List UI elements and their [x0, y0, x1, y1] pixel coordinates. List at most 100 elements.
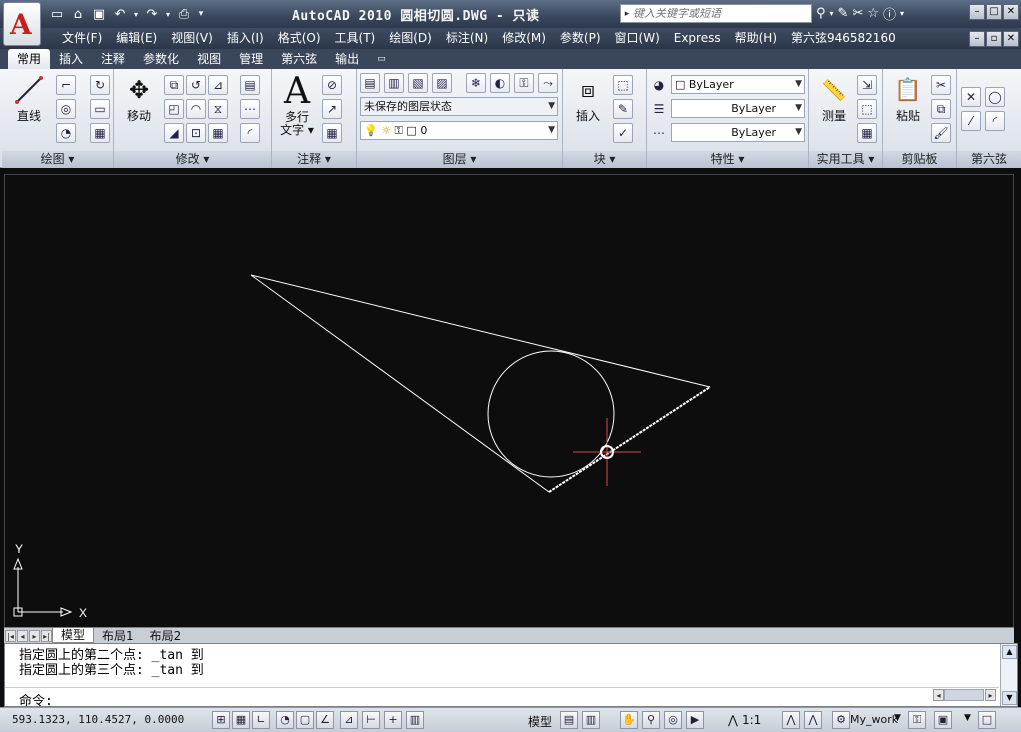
doc-minimize-button[interactable]: –: [969, 31, 985, 47]
layer-freeze-icon[interactable]: ❄: [466, 73, 486, 93]
hardware-accel-icon[interactable]: ▣: [934, 711, 952, 729]
dimension-icon[interactable]: ⊘: [322, 75, 342, 95]
workspace-label[interactable]: My_work: [850, 713, 898, 726]
custom-tool-1-icon[interactable]: ✕: [961, 87, 981, 107]
clean-screen-icon[interactable]: □: [978, 711, 996, 729]
communication-icon[interactable]: ✎: [838, 6, 849, 21]
clipboard-panel-title[interactable]: 剪贴板: [883, 151, 956, 168]
insert-block-button[interactable]: ⧈ 插入: [565, 73, 611, 124]
layout-icon[interactable]: ▤: [560, 711, 578, 729]
sixth-panel-title[interactable]: 第六弦: [957, 151, 1021, 168]
match-format-icon[interactable]: 🖌: [931, 123, 951, 143]
qat-customize-icon[interactable]: ▾: [196, 5, 206, 23]
workspace-dropdown-icon[interactable]: ▼: [894, 713, 901, 723]
tab-annotate[interactable]: 注释: [92, 49, 134, 69]
tab-output[interactable]: 输出: [326, 49, 368, 69]
favorites-star-icon[interactable]: ☆: [867, 6, 879, 21]
edit-block-icon[interactable]: ✎: [613, 99, 633, 119]
menu-view[interactable]: 视图(V): [164, 30, 220, 47]
close-button[interactable]: ✕: [1003, 4, 1019, 20]
subscription-icon[interactable]: ✂: [852, 6, 863, 21]
search-expand-icon[interactable]: ▸: [621, 9, 633, 19]
menu-edit[interactable]: 编辑(E): [109, 30, 164, 47]
annotation-scale-label[interactable]: 1:1: [742, 713, 761, 727]
polar-icon[interactable]: ◔: [276, 711, 294, 729]
mirror-icon[interactable]: ⧖: [208, 99, 228, 119]
linetype-combo[interactable]: ByLayer ▼: [671, 99, 805, 118]
table-icon[interactable]: ▦: [322, 123, 342, 143]
doc-restore-button[interactable]: ▫: [986, 31, 1002, 47]
offset-icon[interactable]: ⊡: [186, 123, 206, 143]
linetype-icon[interactable]: ⋯: [649, 123, 669, 143]
scroll-up-icon[interactable]: ▲: [1002, 645, 1017, 659]
showmotion-icon[interactable]: ▶: [686, 711, 704, 729]
erase-icon[interactable]: ▤: [240, 75, 260, 95]
workspace-gear-icon[interactable]: ⚙: [832, 711, 850, 729]
layer-previous-icon[interactable]: ▥: [384, 73, 404, 93]
create-block-icon[interactable]: ⬚: [613, 75, 633, 95]
status-menu-icon[interactable]: ▼: [964, 713, 971, 723]
lineweight-combo[interactable]: ByLayer ▼: [671, 123, 805, 142]
last-tab-icon[interactable]: ▸|: [41, 629, 52, 642]
minimize-button[interactable]: –: [969, 4, 985, 20]
menu-sixth-string[interactable]: 第六弦946582160: [784, 30, 903, 47]
plot-icon[interactable]: ⎙: [175, 5, 193, 23]
draw-panel-title[interactable]: 绘图 ▾: [2, 151, 113, 168]
layers-panel-title[interactable]: 图层 ▾: [357, 151, 562, 168]
maximize-button[interactable]: □: [986, 4, 1002, 20]
layer-lock-icon[interactable]: ⚿: [514, 73, 534, 93]
pan-icon[interactable]: ✋: [620, 711, 638, 729]
menu-draw[interactable]: 绘图(D): [382, 30, 439, 47]
layer-combo[interactable]: 💡 ☼ ⚿ □ 0 ▼: [360, 121, 558, 140]
annotation-panel-title[interactable]: 注释 ▾: [272, 151, 356, 168]
menu-parametric[interactable]: 参数(P): [553, 30, 608, 47]
hscroll-right-icon[interactable]: ▸: [985, 689, 996, 701]
tools-dropdown-icon[interactable]: ▾: [830, 9, 834, 18]
otrack-icon[interactable]: ∠: [316, 711, 334, 729]
infer-constraints-icon[interactable]: ⊞: [212, 711, 230, 729]
annotation-scale-icon[interactable]: ⋀: [728, 713, 738, 727]
tab-home[interactable]: 常用: [8, 49, 51, 69]
utilities-panel-title[interactable]: 实用工具 ▾: [809, 151, 882, 168]
custom-tool-2-icon[interactable]: ◯: [985, 87, 1005, 107]
inscribed-circle[interactable]: [487, 350, 615, 478]
menu-modify[interactable]: 修改(M): [495, 30, 553, 47]
scroll-down-icon[interactable]: ▼: [1002, 691, 1017, 705]
menu-insert[interactable]: 插入(I): [220, 30, 271, 47]
lineweight-icon[interactable]: ☰: [649, 99, 669, 119]
search-input[interactable]: [633, 7, 803, 20]
layout2-icon[interactable]: ▥: [582, 711, 600, 729]
help-icon[interactable]: ⓘ: [883, 4, 896, 23]
chamfer-icon[interactable]: ◜: [240, 123, 260, 143]
measure-button[interactable]: 📏 测量: [811, 73, 857, 124]
layer-isolate-icon[interactable]: ▧: [408, 73, 428, 93]
doc-close-button[interactable]: ✕: [1003, 31, 1019, 47]
command-hscroll[interactable]: ◂ ▸: [932, 689, 998, 703]
save-icon[interactable]: ▣: [90, 5, 108, 23]
calculator-icon[interactable]: ▦: [857, 123, 877, 143]
redo-dropdown-icon[interactable]: ▾: [164, 5, 172, 23]
coordinates-readout[interactable]: 593.1323, 110.4527, 0.0000: [12, 713, 184, 726]
fillet-icon[interactable]: ◠: [186, 99, 206, 119]
match-properties-icon[interactable]: ◕: [649, 75, 669, 95]
array-icon[interactable]: ▦: [208, 123, 228, 143]
line-button[interactable]: 直线: [6, 73, 52, 124]
scale-icon[interactable]: ◢: [164, 123, 184, 143]
zoom-icon[interactable]: ⚲: [642, 711, 660, 729]
binoculars-icon[interactable]: ⚲: [816, 6, 826, 21]
next-tab-icon[interactable]: ▸: [29, 629, 40, 642]
tab-layout1[interactable]: 布局1: [94, 629, 142, 643]
menu-dimension[interactable]: 标注(N): [439, 30, 495, 47]
tab-sixth-string[interactable]: 第六弦: [272, 49, 326, 69]
tab-parametric[interactable]: 参数化: [134, 49, 188, 69]
prev-tab-icon[interactable]: ◂: [17, 629, 28, 642]
selected-edge[interactable]: [548, 386, 711, 493]
menu-help[interactable]: 帮助(H): [728, 30, 784, 47]
leader-icon[interactable]: ↗: [322, 99, 342, 119]
tab-model[interactable]: 模型: [52, 628, 95, 643]
search-box[interactable]: ▸: [620, 4, 812, 23]
copy-clip-icon[interactable]: ⧉: [931, 99, 951, 119]
rectangle-icon[interactable]: ▭: [90, 99, 110, 119]
model-space-label[interactable]: 模型: [528, 713, 552, 730]
menu-format[interactable]: 格式(O): [271, 30, 328, 47]
